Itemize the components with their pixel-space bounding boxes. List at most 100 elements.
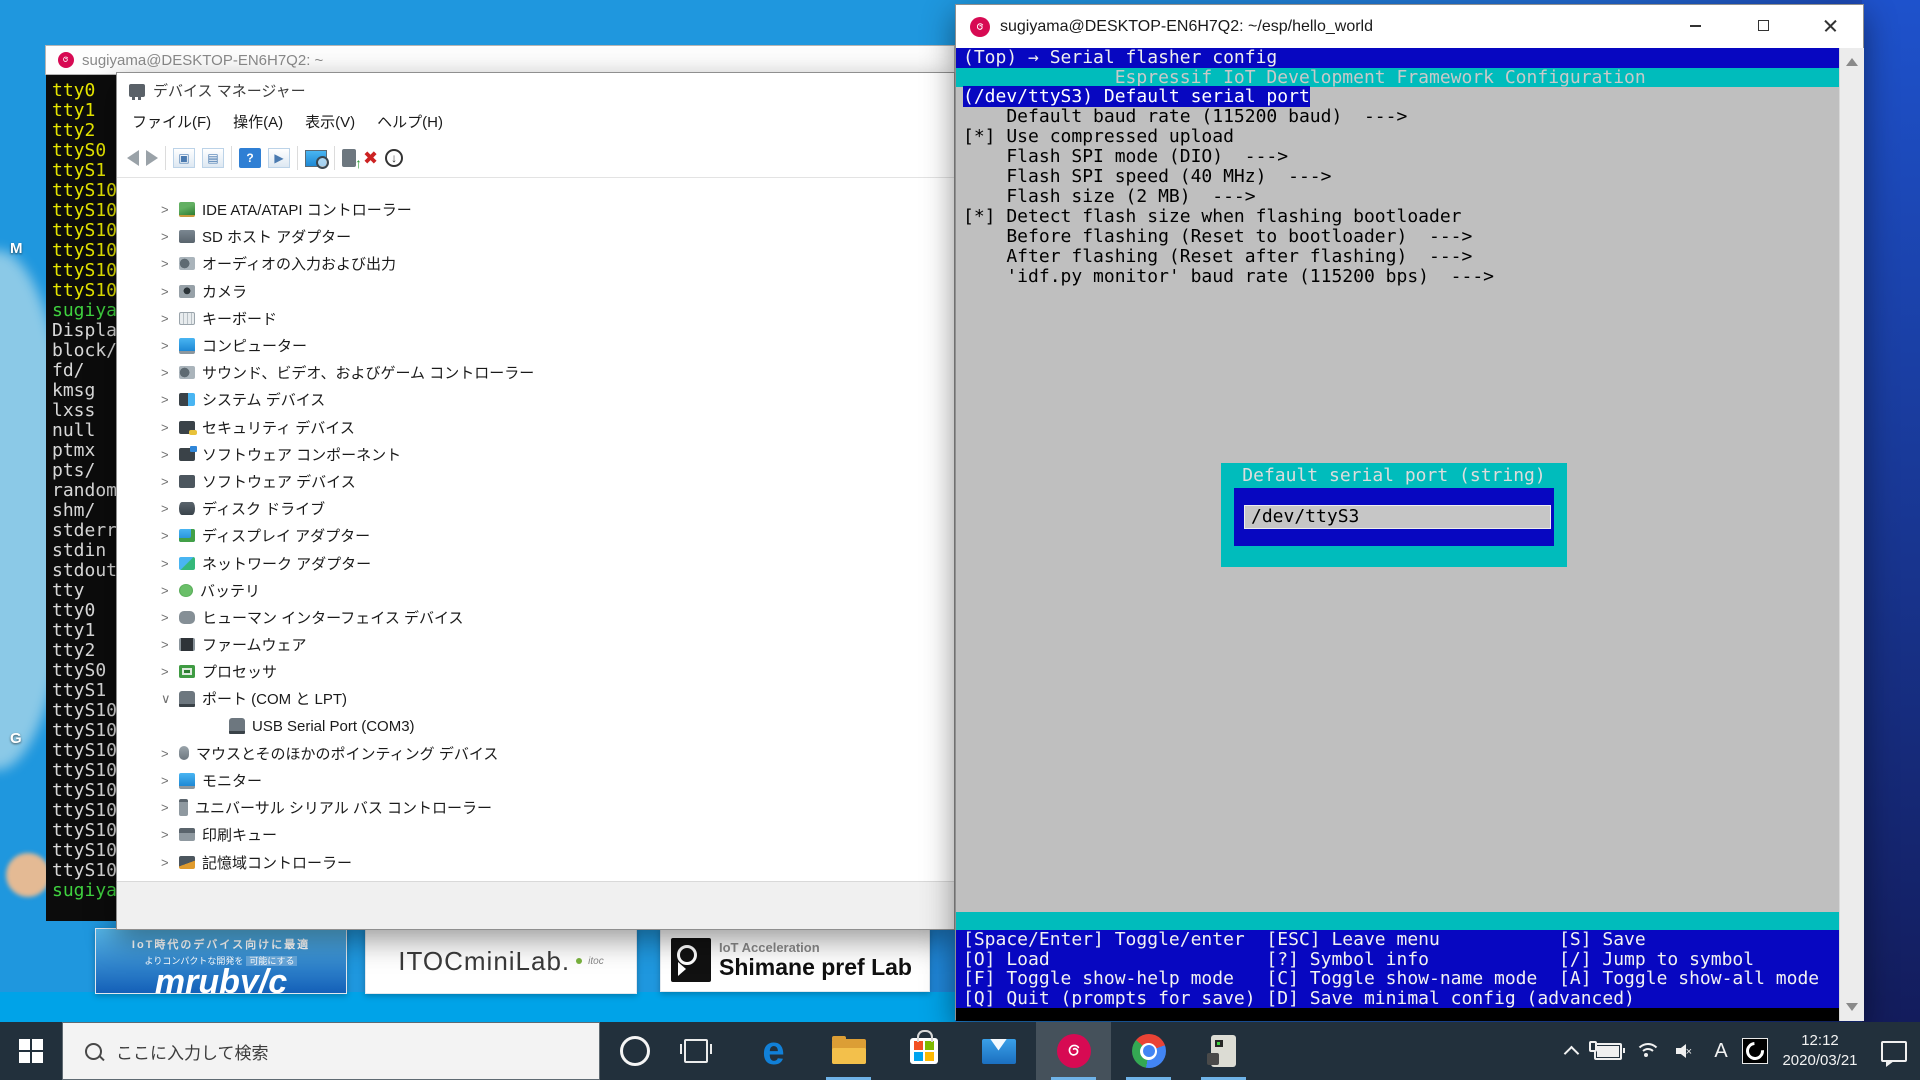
chevron-icon[interactable]: > <box>161 365 179 380</box>
tree-row[interactable]: > サウンド、ビデオ、およびゲーム コントローラー <box>117 359 954 386</box>
tree-row[interactable]: > オーディオの入力および出力 <box>117 250 954 277</box>
taskbar-file-explorer[interactable] <box>811 1022 886 1080</box>
tree-row[interactable]: > コンピューター <box>117 332 954 359</box>
chevron-icon[interactable]: ∨ <box>161 691 179 707</box>
taskbar-chrome[interactable] <box>1111 1022 1186 1080</box>
tree-row[interactable]: > ディスク ドライブ <box>117 495 954 522</box>
tree-row[interactable]: > モニター <box>117 767 954 794</box>
chevron-icon[interactable]: > <box>161 664 179 679</box>
volume-status[interactable]: × <box>1666 1022 1704 1080</box>
menuconfig-item[interactable]: Flash SPI mode (DIO) ---> <box>956 147 1839 167</box>
chevron-icon[interactable]: > <box>161 583 179 598</box>
chevron-icon[interactable]: > <box>161 420 179 435</box>
taskbar-clock[interactable]: 12:12 2020/03/21 <box>1772 1022 1868 1080</box>
properties-icon[interactable]: ▤ <box>202 148 224 168</box>
tree-row[interactable]: > ファームウェア <box>117 631 954 658</box>
close-icon[interactable] <box>1824 19 1837 32</box>
chevron-icon[interactable]: > <box>161 773 179 788</box>
tree-row[interactable]: USB Serial Port (COM3) <box>117 713 954 740</box>
tree-row[interactable]: > バッテリ <box>117 577 954 604</box>
menu-item[interactable]: ヘルプ(H) <box>366 107 454 139</box>
tree-row[interactable]: ∨ ポート (COM と LPT) <box>117 685 954 712</box>
chevron-icon[interactable]: > <box>161 338 179 353</box>
tree-row[interactable]: > ネットワーク アダプター <box>117 549 954 576</box>
menuconfig-item[interactable]: 'idf.py monitor' baud rate (115200 bps) … <box>956 267 1839 287</box>
chevron-icon[interactable]: > <box>161 827 179 842</box>
uninstall-device-icon[interactable]: ✖ <box>363 149 378 167</box>
back-icon[interactable] <box>127 150 139 166</box>
taskbar-device-manager[interactable] <box>1186 1022 1261 1080</box>
device-list-icon[interactable]: ▶ <box>268 148 290 168</box>
minimize-icon[interactable] <box>1689 19 1702 32</box>
left-terminal-titlebar[interactable]: sugiyama@DESKTOP-EN6H7Q2: ~ <box>45 45 955 75</box>
tree-row[interactable]: > ディスプレイ アダプター <box>117 522 954 549</box>
tree-row[interactable]: > ソフトウェア コンポーネント <box>117 441 954 468</box>
menuconfig-item[interactable]: Before flashing (Reset to bootloader) --… <box>956 227 1839 247</box>
menuconfig-item[interactable]: Default baud rate (115200 baud) ---> <box>956 107 1839 127</box>
chevron-icon[interactable]: > <box>161 202 179 217</box>
chevron-icon[interactable]: > <box>161 392 179 407</box>
tree-row[interactable]: > セキュリティ デバイス <box>117 414 954 441</box>
forward-icon[interactable] <box>146 150 158 166</box>
battery-status[interactable] <box>1588 1022 1628 1080</box>
tree-row[interactable]: > ソフトウェア デバイス <box>117 468 954 495</box>
scroll-down-icon[interactable] <box>1846 1003 1858 1011</box>
chevron-icon[interactable]: > <box>161 284 179 299</box>
tree-row[interactable]: > キーボード <box>117 305 954 332</box>
menuconfig-content[interactable]: (Top) → Serial flasher config Espressif … <box>956 48 1839 1008</box>
menuconfig-item[interactable]: Flash SPI speed (40 MHz) ---> <box>956 167 1839 187</box>
cortana-button[interactable] <box>600 1022 670 1080</box>
menu-item[interactable]: 表示(V) <box>294 107 366 139</box>
chevron-icon[interactable]: > <box>161 229 179 244</box>
menuconfig-item[interactable]: (/dev/ttyS3) Default serial port <box>956 87 1839 107</box>
taskbar-debian-terminal[interactable] <box>1036 1022 1111 1080</box>
maximize-icon[interactable] <box>1757 19 1770 32</box>
ime-mode-button[interactable] <box>1738 1022 1772 1080</box>
chevron-icon[interactable]: > <box>161 855 179 870</box>
taskbar-mail[interactable] <box>961 1022 1036 1080</box>
menuconfig-item[interactable]: After flashing (Reset after flashing) --… <box>956 247 1839 267</box>
chevron-icon[interactable]: > <box>161 556 179 571</box>
menuconfig-item[interactable]: [*] Detect flash size when flashing boot… <box>956 207 1839 227</box>
tree-row[interactable]: > SD ホスト アダプター <box>117 223 954 250</box>
menuconfig-item[interactable]: Flash size (2 MB) ---> <box>956 187 1839 207</box>
serial-port-input[interactable]: /dev/ttyS3 <box>1244 505 1551 529</box>
device-manager-titlebar[interactable]: デバイス マネージャー <box>117 73 954 107</box>
chevron-icon[interactable]: > <box>161 528 179 543</box>
menu-item[interactable]: 操作(A) <box>222 107 294 139</box>
tree-row[interactable]: > ヒューマン インターフェイス デバイス <box>117 604 954 631</box>
disable-device-icon[interactable]: ↓ <box>385 149 403 167</box>
chevron-icon[interactable]: > <box>161 256 179 271</box>
tree-row[interactable]: > 記憶域コントローラー <box>117 849 954 876</box>
menu-item[interactable]: ファイル(F) <box>121 107 222 139</box>
tree-row[interactable]: > システム デバイス <box>117 386 954 413</box>
chevron-icon[interactable]: > <box>161 474 179 489</box>
chevron-icon[interactable]: > <box>161 447 179 462</box>
scroll-up-icon[interactable] <box>1846 58 1858 66</box>
chevron-icon[interactable]: > <box>161 746 179 761</box>
tree-row[interactable]: > カメラ <box>117 278 954 305</box>
tree-row[interactable]: > プロセッサ <box>117 658 954 685</box>
tree-view-icon[interactable]: ▣ <box>173 148 195 168</box>
update-driver-icon[interactable] <box>342 149 356 167</box>
tree-row[interactable]: > ユニバーサル シリアル バス コントローラー <box>117 794 954 821</box>
chevron-icon[interactable]: > <box>161 311 179 326</box>
task-view-button[interactable] <box>670 1022 722 1080</box>
chevron-icon[interactable]: > <box>161 637 179 652</box>
scan-hardware-icon[interactable] <box>305 150 327 167</box>
tray-overflow-button[interactable] <box>1554 1022 1588 1080</box>
taskbar-store[interactable] <box>886 1022 961 1080</box>
chevron-icon[interactable]: > <box>161 610 179 625</box>
ime-mode-letter[interactable]: A <box>1704 1022 1738 1080</box>
help-icon[interactable]: ? <box>239 148 261 168</box>
network-status[interactable] <box>1628 1022 1666 1080</box>
menuconfig-titlebar[interactable]: sugiyama@DESKTOP-EN6H7Q2: ~/esp/hello_wo… <box>956 5 1863 48</box>
tree-row[interactable]: > IDE ATA/ATAPI コントローラー <box>117 196 954 223</box>
taskbar-search[interactable]: ここに入力して検索 <box>62 1022 600 1080</box>
tree-row[interactable]: > 印刷キュー <box>117 821 954 848</box>
taskbar-edge[interactable]: e <box>736 1022 811 1080</box>
chevron-icon[interactable]: > <box>161 800 179 815</box>
menuconfig-item[interactable]: [*] Use compressed upload <box>956 127 1839 147</box>
chevron-icon[interactable]: > <box>161 501 179 516</box>
start-button[interactable] <box>0 1022 62 1080</box>
